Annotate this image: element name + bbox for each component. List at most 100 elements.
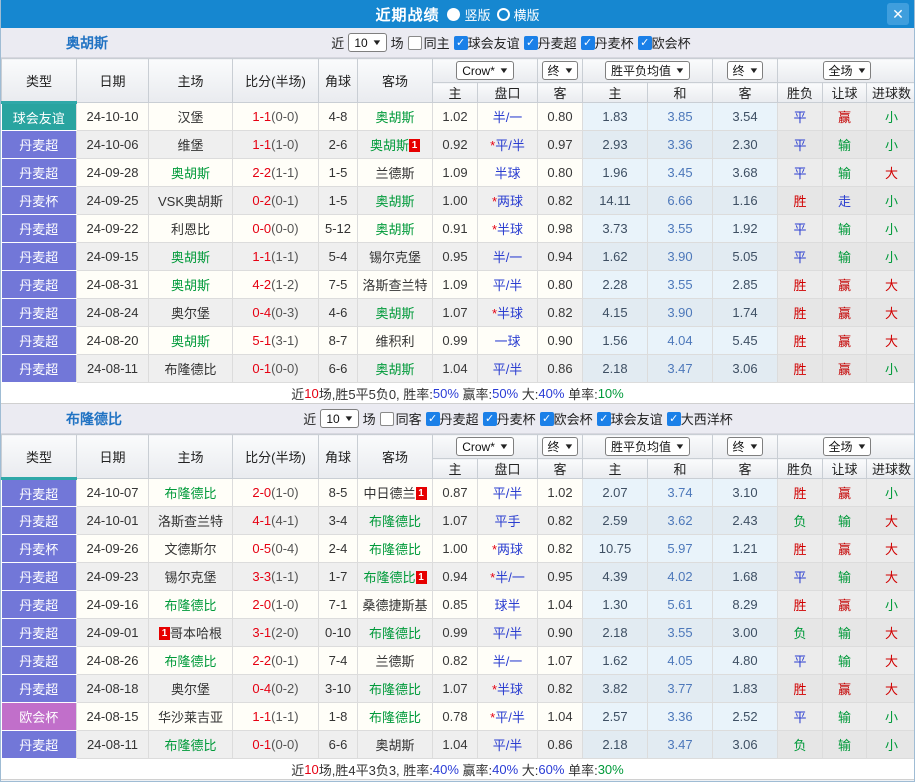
sub-header-5: 客	[712, 82, 778, 103]
crow-away-odds: 0.94	[537, 242, 583, 271]
avg-stage-select[interactable]: 终 ▼	[726, 61, 764, 80]
avg-stage-select-value: 终	[732, 64, 745, 78]
result-wdl: 平	[777, 158, 823, 187]
result-handicap: 输	[822, 506, 867, 535]
same-venue-checkbox[interactable]	[379, 411, 394, 426]
result-wdl: 负	[777, 618, 823, 647]
type-badge: 丹麦杯	[1, 534, 77, 563]
col-header-3[interactable]: 比分(半场)	[232, 58, 319, 103]
avg-stage-select[interactable]: 终 ▼	[726, 437, 764, 456]
handicap-text: 半/一	[495, 570, 525, 585]
away-team: 奥胡斯	[357, 354, 433, 383]
odds-stage-select[interactable]: 终 ▼	[541, 437, 579, 456]
result-handicap: 输	[822, 130, 867, 159]
result-handicap: 输	[822, 562, 867, 591]
same-venue-checkbox[interactable]	[407, 35, 422, 50]
league-checkbox[interactable]: ✓	[637, 35, 652, 50]
league-filter-1[interactable]: ✓ 丹麦杯	[482, 409, 536, 428]
league-checkbox[interactable]: ✓	[482, 411, 497, 426]
league-checkbox[interactable]: ✓	[539, 411, 554, 426]
result-goals: 大	[866, 534, 914, 563]
sub-header-8: 进球数	[865, 82, 914, 103]
avg-source-select[interactable]: 胜平负均值 ▼	[605, 437, 690, 456]
handicap-line: *平/半	[477, 702, 538, 731]
close-icon[interactable]: ✕	[887, 3, 909, 25]
odds-source-select[interactable]: Crow* ▼	[456, 61, 514, 80]
match-date: 24-09-22	[76, 214, 149, 243]
col-header-2[interactable]: 主场	[148, 58, 233, 103]
avg-away: 5.05	[712, 242, 778, 271]
league-checkbox[interactable]: ✓	[596, 411, 611, 426]
avg-home: 1.96	[582, 158, 648, 187]
result-wdl: 平	[777, 214, 823, 243]
home-team: 汉堡	[148, 102, 233, 131]
away-team: 布隆德比	[357, 702, 433, 731]
match-count-select[interactable]: 10 ▼	[348, 33, 387, 52]
league-checkbox[interactable]: ✓	[453, 35, 468, 50]
col-header-5[interactable]: 客场	[357, 434, 433, 479]
games-label: 场	[362, 412, 376, 427]
radio-vertical[interactable]: 竖版	[447, 5, 491, 24]
league-filter-2[interactable]: ✓ 欧会杯	[539, 409, 593, 428]
team-name-text: 桑德捷斯基	[362, 598, 428, 613]
corner-count: 5-12	[318, 214, 358, 243]
league-checkbox[interactable]: ✓	[666, 411, 681, 426]
col-header-4[interactable]: 角球	[318, 434, 358, 479]
odds-stage-select[interactable]: 终 ▼	[541, 61, 579, 80]
avg-source-select[interactable]: 胜平负均值 ▼	[605, 61, 690, 80]
score: 0-2(0-1)	[232, 186, 319, 215]
corner-count: 1-7	[318, 562, 358, 591]
avg-away: 1.92	[712, 214, 778, 243]
col-header-1[interactable]: 日期	[76, 434, 149, 479]
col-header-2[interactable]: 主场	[148, 434, 233, 479]
avg-draw: 3.36	[647, 130, 713, 159]
league-filter-0[interactable]: ✓ 丹麦超	[425, 409, 479, 428]
same-venue-filter[interactable]: 同客	[379, 409, 422, 428]
avg-draw: 4.02	[647, 562, 713, 591]
same-venue-filter[interactable]: 同主	[407, 33, 450, 52]
team-name-text: 锡尔克堡	[368, 250, 421, 265]
col-header-0[interactable]: 类型	[1, 58, 77, 104]
result-goals: 大	[866, 270, 914, 299]
col-header-3[interactable]: 比分(半场)	[232, 434, 319, 479]
col-header-5[interactable]: 客场	[357, 58, 433, 103]
league-checkbox[interactable]: ✓	[580, 35, 595, 50]
col-header-1[interactable]: 日期	[76, 58, 149, 103]
team-name-text: 奥胡斯	[375, 222, 415, 237]
league-filter-2[interactable]: ✓ 丹麦杯	[580, 33, 634, 52]
sub-header-0: 主	[432, 458, 478, 479]
league-filter-4[interactable]: ✓ 大西洋杯	[666, 409, 733, 428]
match-count-select[interactable]: 10 ▼	[320, 409, 359, 428]
type-badge: 丹麦超	[1, 674, 77, 703]
team-title: 奥胡斯	[66, 34, 108, 51]
team-name-text: 兰德斯	[375, 654, 415, 669]
halftime-score: (0-4)	[271, 541, 299, 556]
crow-away-odds: 0.95	[537, 562, 583, 591]
league-filter-3[interactable]: ✓ 球会友谊	[596, 409, 663, 428]
radio-unselected-icon	[496, 7, 510, 21]
odds-source-select[interactable]: Crow* ▼	[456, 437, 514, 456]
team-name-text: 兰德斯	[375, 166, 415, 181]
league-filter-0[interactable]: ✓ 球会友谊	[453, 33, 520, 52]
layout-options: 竖版 横版	[447, 5, 540, 24]
team-name-text: 文德斯尔	[164, 542, 217, 557]
result-handicap: 走	[822, 186, 867, 215]
result-goals: 小	[866, 702, 914, 731]
league-filter-1[interactable]: ✓ 丹麦超	[523, 33, 577, 52]
league-checkbox[interactable]: ✓	[425, 411, 440, 426]
result-wdl: 负	[777, 730, 823, 759]
result-handicap: 赢	[822, 674, 867, 703]
col-header-0[interactable]: 类型	[1, 434, 77, 480]
col-header-4[interactable]: 角球	[318, 58, 358, 103]
league-checkbox[interactable]: ✓	[523, 35, 538, 50]
halftime-score: (1-1)	[271, 165, 299, 180]
home-team: 布隆德比	[148, 646, 233, 675]
corner-count: 1-5	[318, 186, 358, 215]
radio-horizontal[interactable]: 横版	[496, 5, 540, 24]
crow-home-odds: 0.92	[432, 130, 478, 159]
scope-select[interactable]: 全场 ▼	[822, 437, 872, 456]
scope-select[interactable]: 全场 ▼	[822, 61, 872, 80]
league-filter-3[interactable]: ✓ 欧会杯	[637, 33, 691, 52]
summary-segment: 赢率:	[458, 762, 493, 778]
games-label: 场	[390, 36, 404, 51]
